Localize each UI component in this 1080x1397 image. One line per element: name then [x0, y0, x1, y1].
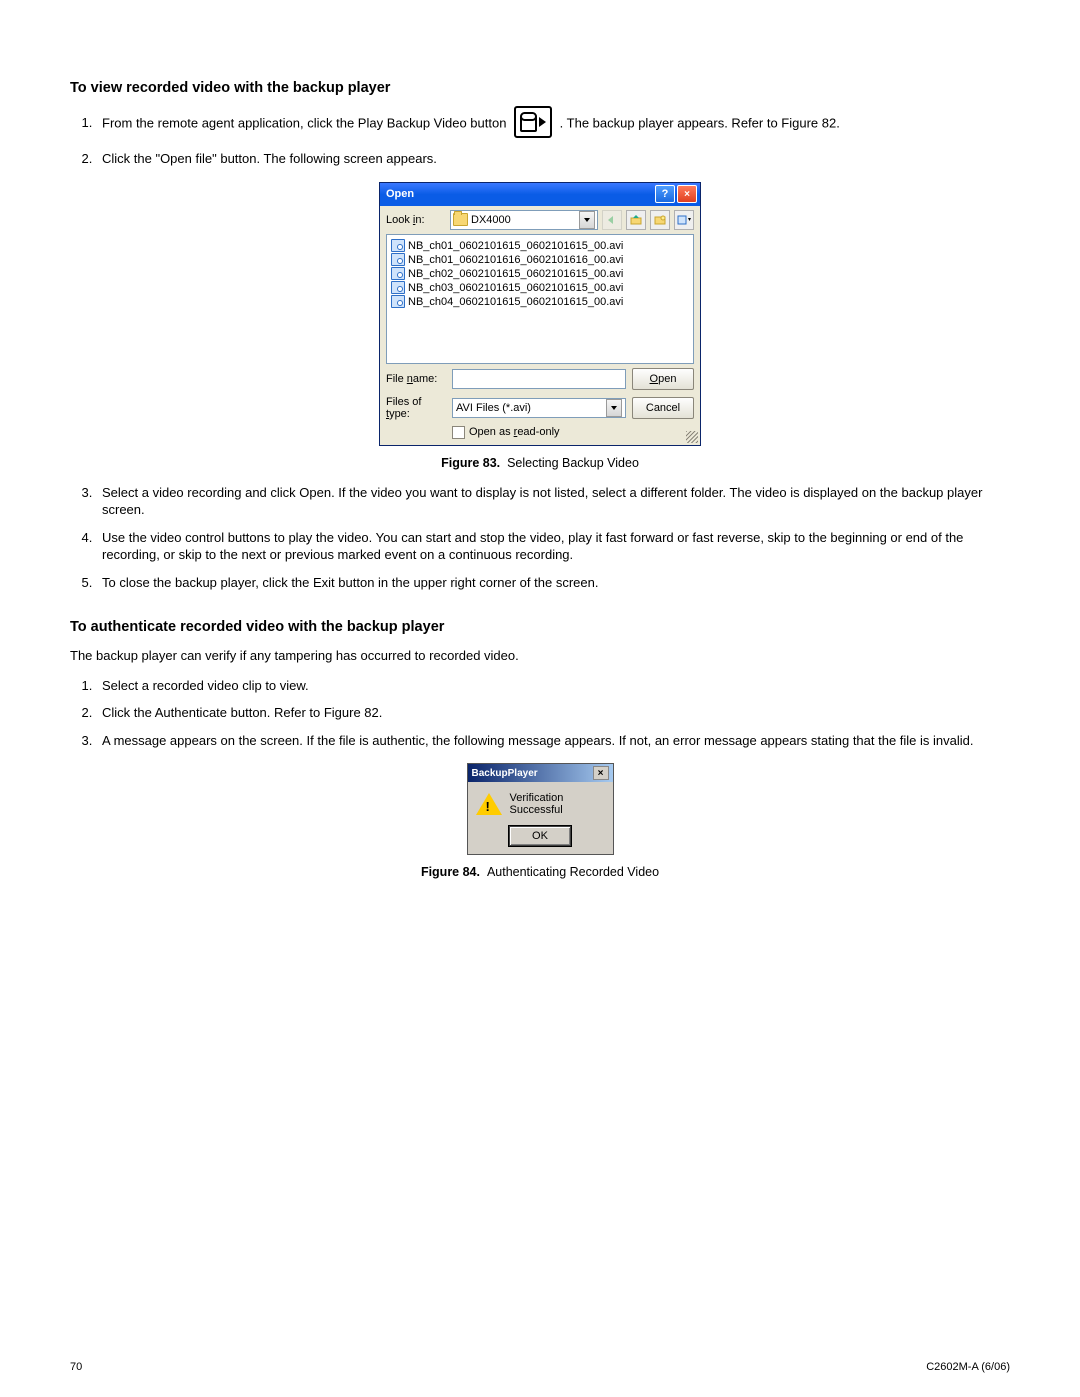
close-icon[interactable]: ×: [593, 766, 609, 780]
figure-84: BackupPlayer × Verification Successful O…: [70, 763, 1010, 879]
new-folder-icon[interactable]: [650, 210, 670, 230]
filename-input[interactable]: [452, 369, 626, 389]
readonly-row[interactable]: Open as read-only: [452, 426, 694, 439]
list-item[interactable]: NB_ch03_0602101615_0602101615_00.avi: [391, 281, 689, 295]
avi-file-icon: [391, 267, 405, 280]
heading-authenticate: To authenticate recorded video with the …: [70, 619, 1010, 635]
filetype-select[interactable]: AVI Files (*.avi): [452, 398, 626, 418]
page-footer: 70 C2602M-A (6/06): [70, 1361, 1010, 1373]
lookin-value: DX4000: [471, 214, 511, 226]
view-steps-list-cont: Select a video recording and click Open.…: [96, 484, 1010, 592]
dialog-title: Open: [386, 188, 653, 200]
view-step-3: Select a video recording and click Open.…: [96, 484, 1010, 519]
open-button[interactable]: Open: [632, 368, 694, 390]
list-item[interactable]: NB_ch01_0602101616_0602101616_00.avi: [391, 253, 689, 267]
avi-file-icon: [391, 253, 405, 266]
view-menu-icon[interactable]: [674, 210, 694, 230]
msgbox-title: BackupPlayer: [472, 768, 593, 779]
dropdown-icon[interactable]: [579, 211, 595, 229]
view-step-2: Click the "Open file" button. The follow…: [96, 150, 1010, 168]
verification-msgbox: BackupPlayer × Verification Successful O…: [467, 763, 614, 855]
list-item[interactable]: NB_ch04_0602101615_0602101615_00.avi: [391, 295, 689, 309]
doc-id: C2602M-A (6/06): [926, 1361, 1010, 1373]
folder-icon: [453, 213, 468, 226]
list-item[interactable]: NB_ch01_0602101615_0602101615_00.avi: [391, 239, 689, 253]
msgbox-message: Verification Successful: [510, 792, 605, 816]
figure-83-caption: Figure 83. Selecting Backup Video: [70, 456, 1010, 470]
dropdown-icon[interactable]: [606, 399, 622, 417]
open-file-dialog: Open ? × Look in: DX4000 NB_ch01_0602101…: [379, 182, 701, 446]
back-icon[interactable]: [602, 210, 622, 230]
auth-step-2: Click the Authenticate button. Refer to …: [96, 704, 1010, 722]
figure-84-caption: Figure 84. Authenticating Recorded Video: [70, 865, 1010, 879]
step1-text-a: From the remote agent application, click…: [102, 115, 510, 130]
dialog-bottom: File name: Open Files of type: AVI Files…: [380, 364, 700, 445]
play-backup-video-icon: [514, 106, 552, 138]
lookin-label: Look in:: [386, 214, 446, 226]
avi-file-icon: [391, 281, 405, 294]
lookin-select[interactable]: DX4000: [450, 210, 598, 230]
step1-text-b: . The backup player appears. Refer to Fi…: [560, 115, 840, 130]
readonly-label: Open as read-only: [469, 426, 560, 438]
help-button[interactable]: ?: [655, 185, 675, 203]
heading-view-recorded: To view recorded video with the backup p…: [70, 80, 1010, 96]
view-step-4: Use the video control buttons to play th…: [96, 529, 1010, 564]
dialog-titlebar[interactable]: Open ? ×: [380, 183, 700, 206]
avi-file-icon: [391, 295, 405, 308]
auth-step-3: A message appears on the screen. If the …: [96, 732, 1010, 750]
filename-label: File name:: [386, 373, 446, 385]
resize-grip-icon[interactable]: [686, 431, 698, 443]
filetype-label: Files of type:: [386, 396, 446, 420]
warning-icon: [476, 793, 502, 815]
cancel-button[interactable]: Cancel: [632, 397, 694, 419]
avi-file-icon: [391, 239, 405, 252]
list-item[interactable]: NB_ch02_0602101615_0602101615_00.avi: [391, 267, 689, 281]
msgbox-titlebar[interactable]: BackupPlayer ×: [468, 764, 613, 782]
auth-intro-text: The backup player can verify if any tamp…: [70, 647, 1010, 665]
view-steps-list: From the remote agent application, click…: [96, 108, 1010, 168]
readonly-checkbox[interactable]: [452, 426, 465, 439]
lookin-row: Look in: DX4000: [380, 206, 700, 234]
view-step-5: To close the backup player, click the Ex…: [96, 574, 1010, 592]
auth-step-1: Select a recorded video clip to view.: [96, 677, 1010, 695]
view-step-1: From the remote agent application, click…: [96, 108, 1010, 140]
auth-steps-list: Select a recorded video clip to view. Cl…: [96, 677, 1010, 750]
file-list[interactable]: NB_ch01_0602101615_0602101615_00.avi NB_…: [386, 234, 694, 364]
figure-83: Open ? × Look in: DX4000 NB_ch01_0602101…: [70, 182, 1010, 470]
page-number: 70: [70, 1361, 82, 1373]
up-one-level-icon[interactable]: [626, 210, 646, 230]
ok-button[interactable]: OK: [509, 826, 571, 846]
close-button[interactable]: ×: [677, 185, 697, 203]
